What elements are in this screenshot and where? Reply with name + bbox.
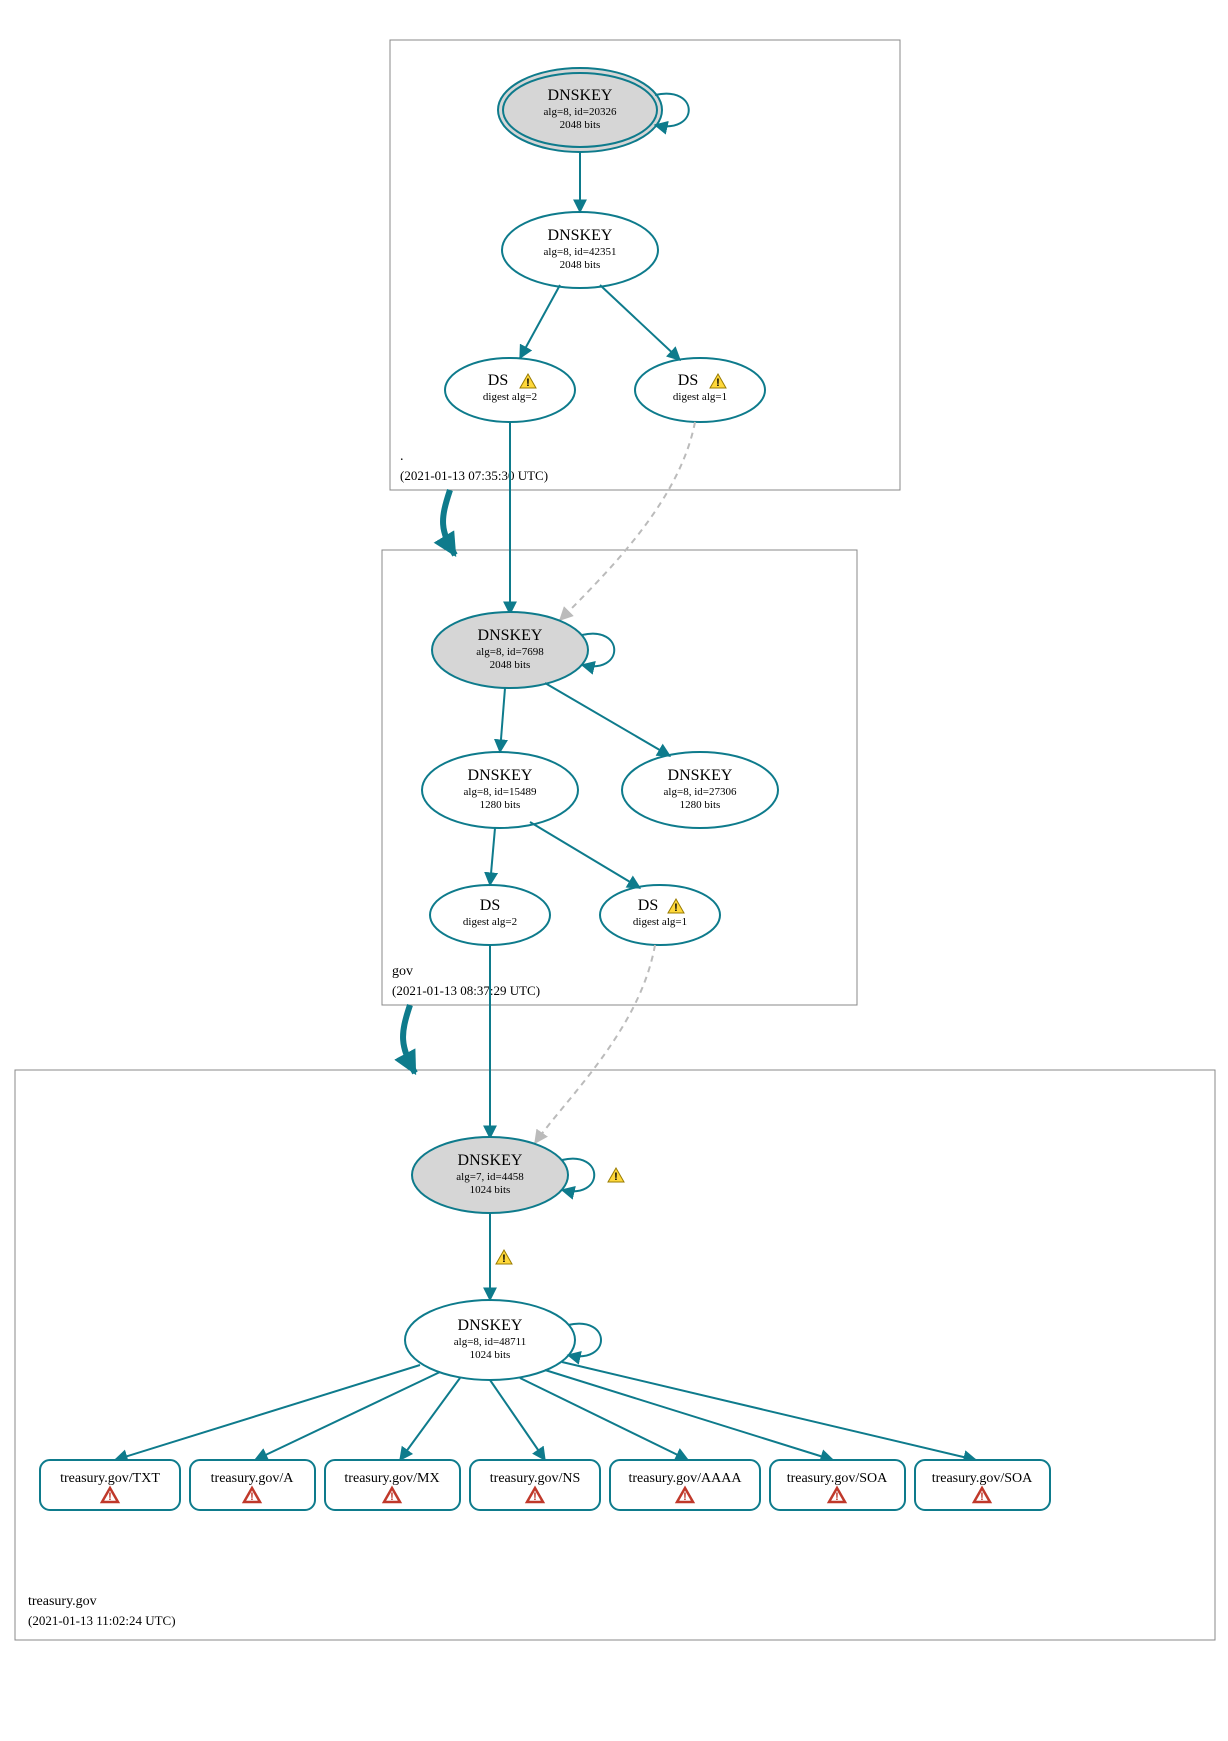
zone-gov-name: gov [392, 964, 413, 979]
edge-govzsk1-ds2 [530, 822, 640, 888]
node-treasury-ksk: DNSKEY alg=7, id=4458 1024 bits ! [412, 1137, 624, 1213]
svg-text:DNSKEY: DNSKEY [548, 87, 613, 104]
svg-text:DNSKEY: DNSKEY [458, 1317, 523, 1334]
node-gov-ds1: DS digest alg=2 [430, 885, 550, 945]
record-mx: treasury.gov/MX ! [325, 1460, 460, 1510]
svg-text:2048 bits: 2048 bits [560, 259, 601, 271]
svg-text:DNSKEY: DNSKEY [668, 767, 733, 784]
svg-text:alg=7, id=4458: alg=7, id=4458 [456, 1171, 524, 1183]
node-gov-zsk1: DNSKEY alg=8, id=15489 1280 bits [422, 752, 578, 828]
record-ns: treasury.gov/NS ! [470, 1460, 600, 1510]
edge-rootzsk-ds2 [600, 285, 680, 360]
svg-text:alg=8, id=15489: alg=8, id=15489 [464, 786, 537, 798]
svg-text:DS: DS [678, 372, 698, 389]
svg-text:DS: DS [488, 372, 508, 389]
svg-text:1280 bits: 1280 bits [680, 799, 721, 811]
node-root-ds1: DS digest alg=2 ! [445, 358, 575, 422]
svg-text:DNSKEY: DNSKEY [478, 627, 543, 644]
svg-text:treasury.gov/A: treasury.gov/A [211, 1471, 295, 1486]
node-root-ksk: DNSKEY alg=8, id=20326 2048 bits [498, 68, 689, 152]
svg-text:!: ! [980, 1491, 984, 1503]
zone-treasury: treasury.gov (2021-01-13 11:02:24 UTC) D… [15, 945, 1215, 1640]
record-row: treasury.gov/TXT ! treasury.gov/A ! trea… [40, 1362, 1050, 1510]
svg-text:!: ! [533, 1491, 537, 1503]
zone-treasury-ts: (2021-01-13 11:02:24 UTC) [28, 1613, 176, 1628]
record-soa2: treasury.gov/SOA ! [915, 1460, 1050, 1510]
edge-rootds2-govksk [560, 422, 695, 620]
svg-text:alg=8, id=7698: alg=8, id=7698 [476, 646, 544, 658]
node-root-ds2: DS digest alg=1 ! [635, 358, 765, 422]
svg-text:DNSKEY: DNSKEY [468, 767, 533, 784]
svg-text:treasury.gov/AAAA: treasury.gov/AAAA [628, 1471, 742, 1486]
zone-treasury-name: treasury.gov [28, 1594, 97, 1609]
edge-govds2-treksk [535, 945, 655, 1143]
svg-text:alg=8, id=20326: alg=8, id=20326 [544, 106, 617, 118]
node-gov-ds2: DS digest alg=1 ! [600, 885, 720, 945]
svg-text:treasury.gov/SOA: treasury.gov/SOA [932, 1471, 1033, 1486]
svg-text:!: ! [390, 1491, 394, 1503]
svg-text:!: ! [250, 1491, 254, 1503]
node-gov-ksk: DNSKEY alg=8, id=7698 2048 bits [432, 612, 614, 688]
record-soa1: treasury.gov/SOA ! [770, 1460, 905, 1510]
svg-text:1024 bits: 1024 bits [470, 1349, 511, 1361]
svg-text:alg=8, id=48711: alg=8, id=48711 [454, 1336, 527, 1348]
zone-gov-ts: (2021-01-13 08:37:29 UTC) [392, 983, 540, 998]
zone-gov: gov (2021-01-13 08:37:29 UTC) DNSKEY alg… [382, 422, 857, 1005]
svg-text:digest alg=2: digest alg=2 [483, 391, 537, 403]
svg-text:treasury.gov/NS: treasury.gov/NS [490, 1471, 580, 1486]
zone-root-name: . [400, 449, 404, 464]
svg-text:!: ! [835, 1491, 839, 1503]
warning-icon: ! [496, 1250, 512, 1265]
zone-root-ts: (2021-01-13 07:35:30 UTC) [400, 468, 548, 483]
svg-text:2048 bits: 2048 bits [490, 659, 531, 671]
warning-icon: ! [608, 1168, 624, 1183]
svg-text:treasury.gov/MX: treasury.gov/MX [344, 1471, 439, 1486]
svg-text:!: ! [683, 1491, 687, 1503]
svg-text:!: ! [108, 1491, 112, 1503]
svg-text:digest alg=2: digest alg=2 [463, 916, 517, 928]
record-a: treasury.gov/A ! [190, 1460, 315, 1510]
svg-text:!: ! [674, 902, 678, 914]
svg-text:!: ! [526, 377, 530, 389]
edge-govzsk1-ds1 [490, 828, 495, 885]
delegation-gov-treasury [403, 1005, 415, 1073]
svg-text:treasury.gov/SOA: treasury.gov/SOA [787, 1471, 888, 1486]
record-aaaa: treasury.gov/AAAA ! [610, 1460, 760, 1510]
svg-text:!: ! [614, 1171, 618, 1183]
svg-text:DNSKEY: DNSKEY [548, 227, 613, 244]
svg-text:1024 bits: 1024 bits [470, 1184, 511, 1196]
svg-text:DS: DS [638, 897, 658, 914]
svg-text:digest alg=1: digest alg=1 [673, 391, 727, 403]
delegation-root-gov [443, 490, 455, 555]
svg-text:1280 bits: 1280 bits [480, 799, 521, 811]
zone-root: . (2021-01-13 07:35:30 UTC) DNSKEY alg=8… [390, 40, 900, 490]
record-txt: treasury.gov/TXT ! [40, 1460, 180, 1510]
svg-text:treasury.gov/TXT: treasury.gov/TXT [60, 1471, 160, 1486]
svg-text:DS: DS [480, 897, 500, 914]
svg-text:!: ! [716, 377, 720, 389]
edge-rootzsk-ds1 [520, 285, 560, 358]
svg-text:2048 bits: 2048 bits [560, 119, 601, 131]
svg-text:alg=8, id=27306: alg=8, id=27306 [664, 786, 737, 798]
edge-govksk-zsk2 [545, 683, 670, 756]
dnssec-graph: . (2021-01-13 07:35:30 UTC) DNSKEY alg=8… [0, 0, 1228, 1741]
svg-text:digest alg=1: digest alg=1 [633, 916, 687, 928]
svg-text:alg=8, id=42351: alg=8, id=42351 [544, 246, 617, 258]
svg-text:DNSKEY: DNSKEY [458, 1152, 523, 1169]
node-gov-zsk2: DNSKEY alg=8, id=27306 1280 bits [622, 752, 778, 828]
edge-govksk-zsk1 [500, 688, 505, 752]
svg-text:!: ! [502, 1253, 506, 1265]
node-root-zsk: DNSKEY alg=8, id=42351 2048 bits [502, 212, 658, 288]
node-treasury-zsk: DNSKEY alg=8, id=48711 1024 bits [405, 1300, 601, 1380]
